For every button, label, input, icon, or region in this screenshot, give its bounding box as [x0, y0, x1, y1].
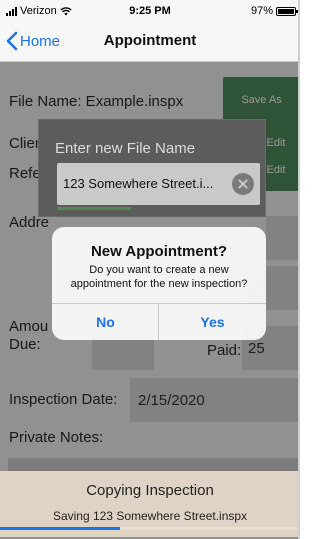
file-name-dialog: Enter new File Name 123 Somewhere Street…: [38, 119, 266, 217]
file-name-dialog-title: Enter new File Name: [55, 140, 196, 157]
battery-percent: 97%: [250, 5, 273, 17]
copying-title: Copying Inspection: [86, 482, 214, 499]
alert-title: New Appointment?: [90, 243, 228, 260]
app-screen: Verizon 9:25 PM 97% Home Appointment Fil…: [0, 0, 300, 539]
navigation-bar: Home Appointment: [0, 22, 298, 62]
copy-progress-bar: [0, 527, 298, 530]
battery-icon: [276, 6, 298, 16]
alert-message: Do you want to create a new appointment …: [70, 264, 248, 290]
status-bar: Verizon 9:25 PM 97%: [0, 0, 298, 22]
file-name-input[interactable]: 123 Somewhere Street.i...: [57, 163, 260, 205]
alert-no-button[interactable]: No: [52, 303, 159, 340]
page-title: Appointment: [103, 32, 197, 49]
copy-progress-fill: [0, 527, 120, 530]
file-name-input-value: 123 Somewhere Street.i...: [63, 176, 213, 191]
alert-yes-button[interactable]: Yes: [159, 303, 266, 340]
new-appointment-alert: New Appointment? Do you want to create a…: [52, 227, 266, 340]
dialog-button-edge: [57, 207, 131, 210]
clear-x-circle-icon[interactable]: [232, 173, 254, 195]
copying-status: Saving 123 Somewhere Street.inspx: [52, 509, 248, 523]
status-right: 97%: [250, 5, 298, 17]
